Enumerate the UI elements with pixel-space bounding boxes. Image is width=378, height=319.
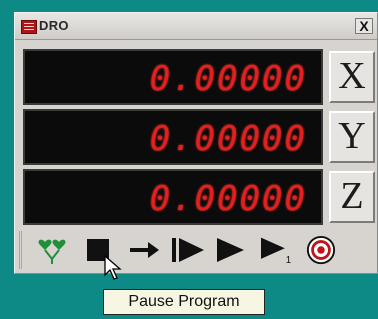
y-display: 0.00000 [23, 109, 323, 165]
toolbar: 1 [19, 231, 374, 280]
target-icon[interactable] [304, 235, 338, 265]
single-step-icon[interactable]: 1 [256, 235, 296, 265]
title-bar[interactable]: DRO X [15, 13, 377, 40]
x-display: 0.00000 [23, 49, 323, 105]
x-value: 0.00000 [149, 59, 307, 99]
mouse-cursor-icon [104, 255, 122, 280]
close-button[interactable]: X [355, 18, 373, 34]
dro-row-z: 0.00000 Z [23, 169, 375, 225]
step-arrow-icon[interactable] [128, 235, 160, 265]
window-title: DRO [39, 18, 69, 33]
x-axis-button[interactable]: X [329, 51, 375, 103]
app-icon [21, 20, 37, 34]
dro-row-y: 0.00000 Y [23, 109, 375, 165]
dro-row-x: 0.00000 X [23, 49, 375, 105]
play-icon[interactable] [214, 235, 246, 265]
tooltip: Pause Program [103, 289, 265, 315]
z-axis-button[interactable]: Z [329, 171, 375, 223]
z-display: 0.00000 [23, 169, 323, 225]
single-step-count: 1 [286, 255, 291, 265]
dro-window: DRO X 0.00000 X 0.00000 Y 0.00000 Z 1 [14, 12, 378, 280]
y-axis-button[interactable]: Y [329, 111, 375, 163]
run-from-line-icon[interactable] [170, 235, 206, 265]
z-value: 0.00000 [149, 179, 307, 219]
heart-tree-icon[interactable] [36, 235, 68, 265]
y-value: 0.00000 [149, 119, 307, 159]
